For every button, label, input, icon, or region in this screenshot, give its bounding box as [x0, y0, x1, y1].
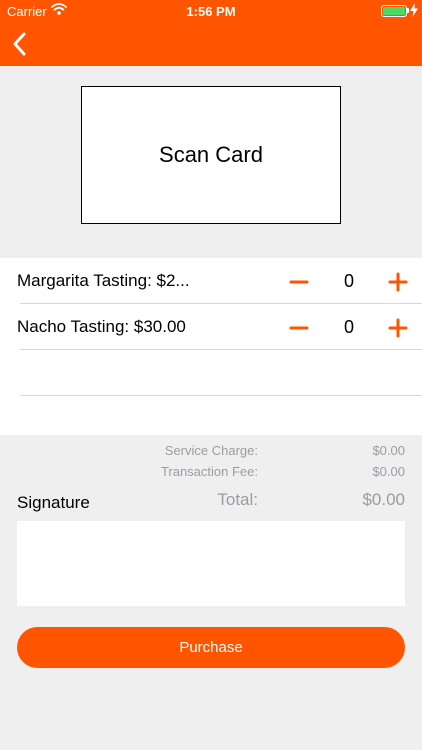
row-divider [20, 349, 422, 350]
battery-icon [381, 5, 407, 17]
minus-icon [289, 326, 309, 330]
charging-bolt-icon [410, 3, 418, 20]
signature-pad[interactable] [17, 521, 405, 606]
service-charge-value: $0.00 [372, 443, 405, 458]
quantity-value: 0 [343, 317, 354, 337]
list-item: Nacho Tasting: $30.00 0 [0, 304, 422, 350]
chevron-left-icon [13, 32, 26, 56]
service-charge-label: Service Charge: [164, 443, 258, 458]
signature-label: Signature [17, 493, 90, 512]
decrement-button[interactable] [287, 272, 311, 292]
purchase-button-label: Purchase [179, 639, 243, 656]
minus-icon [289, 280, 309, 284]
total-label: Total: [217, 490, 258, 509]
plus-icon [388, 272, 408, 292]
back-button[interactable] [8, 30, 32, 58]
clock: 1:56 PM [186, 4, 236, 19]
list-item: Margarita Tasting: $2... 0 [0, 258, 422, 304]
row-divider [20, 395, 422, 396]
purchase-button[interactable]: Purchase [17, 627, 405, 668]
status-bar: Carrier 1:56 PM [0, 0, 422, 22]
increment-button[interactable] [386, 316, 410, 340]
quantity-value: 0 [343, 271, 354, 291]
transaction-fee-value: $0.00 [372, 464, 405, 479]
scan-card-button[interactable]: Scan Card [81, 86, 341, 224]
nav-header: Carrier 1:56 PM [0, 0, 422, 66]
battery-tip [407, 8, 409, 13]
total-value: $0.00 [362, 490, 405, 509]
ticket-list: Margarita Tasting: $2... 0 Nacho Tasting… [0, 258, 422, 435]
increment-button[interactable] [386, 270, 410, 294]
item-label: Nacho Tasting: $30.00 [17, 317, 186, 336]
plus-icon [388, 318, 408, 338]
transaction-fee-label: Transaction Fee: [160, 464, 258, 479]
item-label: Margarita Tasting: $2... [17, 271, 190, 290]
decrement-button[interactable] [287, 318, 311, 338]
scan-card-label: Scan Card [159, 142, 263, 167]
